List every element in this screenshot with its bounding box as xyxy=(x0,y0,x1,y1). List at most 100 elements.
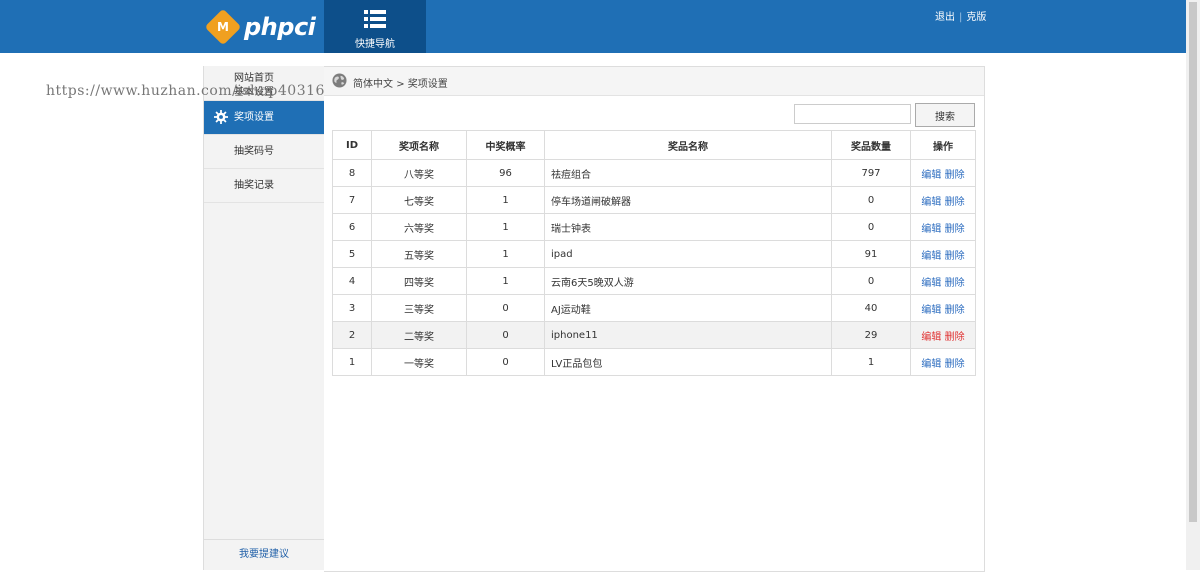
cell-award: 六等奖 xyxy=(371,213,467,241)
table-row: 8 八等奖 96 祛痘组合 797 编辑 删除 xyxy=(332,159,976,187)
cell-id: 4 xyxy=(332,267,372,295)
page-scrollbar[interactable] xyxy=(1186,0,1200,570)
list-menu-icon xyxy=(364,10,386,28)
sidebar-item-label: 抽奖码号 xyxy=(234,146,274,157)
cell-id: 5 xyxy=(332,240,372,268)
cell-actions: 编辑 删除 xyxy=(910,240,976,268)
header-id: ID xyxy=(332,130,372,160)
cell-prize: 停车场道闸破解器 xyxy=(544,186,832,214)
edit-link[interactable]: 编辑 xyxy=(921,359,941,370)
cell-qty: 91 xyxy=(831,240,911,268)
cell-id: 7 xyxy=(332,186,372,214)
sidebar-item-label: 奖项设置 xyxy=(234,112,274,123)
delete-link[interactable]: 删除 xyxy=(945,359,965,370)
cell-prob: 1 xyxy=(466,240,545,268)
table-row: 5 五等奖 1 ipad 91 编辑 删除 xyxy=(332,240,976,268)
cell-id: 2 xyxy=(332,321,372,349)
feedback-link[interactable]: 我要提建议 xyxy=(204,539,324,570)
cell-qty: 1 xyxy=(831,348,911,376)
site-link[interactable]: 克版 xyxy=(966,12,986,23)
breadcrumb-separator: > xyxy=(396,79,405,90)
search-input[interactable] xyxy=(794,104,911,124)
gear-icon xyxy=(214,110,228,124)
delete-link[interactable]: 删除 xyxy=(945,251,965,262)
table-row: 4 四等奖 1 云南6天5晚双人游 0 编辑 删除 xyxy=(332,267,976,295)
cell-prob: 96 xyxy=(466,159,545,187)
delete-link[interactable]: 删除 xyxy=(945,170,965,181)
table-row: 6 六等奖 1 瑞士钟表 0 编辑 删除 xyxy=(332,213,976,241)
cell-prize: 云南6天5晚双人游 xyxy=(544,267,832,295)
top-header: M phpci 快捷导航 退出 | 克版 xyxy=(0,0,1186,53)
delete-link[interactable]: 删除 xyxy=(945,332,965,343)
cell-actions: 编辑 删除 xyxy=(910,213,976,241)
cell-prob: 0 xyxy=(466,294,545,322)
top-links: 退出 | 克版 xyxy=(935,8,986,23)
cell-id: 1 xyxy=(332,348,372,376)
header-quantity: 奖品数量 xyxy=(831,130,911,160)
cell-id: 3 xyxy=(332,294,372,322)
cell-prize: ipad xyxy=(544,240,832,268)
link-separator: | xyxy=(959,12,963,23)
table-row-hovered: 2 二等奖 0 iphone11 29 编辑 删除 xyxy=(332,321,976,349)
cell-award: 二等奖 xyxy=(371,321,467,349)
cell-prize: 祛痘组合 xyxy=(544,159,832,187)
breadcrumb: 简体中文 > 奖项设置 xyxy=(353,75,448,90)
cell-actions: 编辑 删除 xyxy=(910,348,976,376)
header-actions: 操作 xyxy=(910,130,976,160)
table-header-row: ID 奖项名称 中奖概率 奖品名称 奖品数量 操作 xyxy=(332,130,976,160)
delete-link[interactable]: 删除 xyxy=(945,305,965,316)
cell-qty: 0 xyxy=(831,186,911,214)
sidebar-item-lottery-records[interactable]: 抽奖记录 xyxy=(204,169,324,203)
cell-prob: 0 xyxy=(466,348,545,376)
delete-link[interactable]: 删除 xyxy=(945,278,965,289)
logout-link[interactable]: 退出 xyxy=(935,12,955,23)
header-prize-name: 奖品名称 xyxy=(544,130,832,160)
logo-text: phpci xyxy=(244,13,316,41)
header-award-name: 奖项名称 xyxy=(371,130,467,160)
edit-link[interactable]: 编辑 xyxy=(921,305,941,316)
table-row: 3 三等奖 0 AJ运动鞋 40 编辑 删除 xyxy=(332,294,976,322)
quick-nav-button[interactable]: 快捷导航 xyxy=(324,0,426,53)
cell-prize: AJ运动鞋 xyxy=(544,294,832,322)
cell-prob: 1 xyxy=(466,267,545,295)
delete-link[interactable]: 删除 xyxy=(945,224,965,235)
cell-qty: 797 xyxy=(831,159,911,187)
logo-mark-letter: M xyxy=(217,19,229,34)
cell-prob: 1 xyxy=(466,213,545,241)
sidebar: 网站首页 基本设置 奖项设置 抽奖码号 抽奖记录 我要提建议 xyxy=(203,66,325,570)
cell-award: 七等奖 xyxy=(371,186,467,214)
header-probability: 中奖概率 xyxy=(466,130,545,160)
table-row: 7 七等奖 1 停车场道闸破解器 0 编辑 删除 xyxy=(332,186,976,214)
cell-prob: 1 xyxy=(466,186,545,214)
scrollbar-thumb[interactable] xyxy=(1189,2,1197,522)
edit-link[interactable]: 编辑 xyxy=(921,170,941,181)
main-panel: 简体中文 > 奖项设置 搜索 ID 奖项名称 中奖概率 奖品名称 奖品数量 操作… xyxy=(324,66,985,572)
logo[interactable]: M phpci xyxy=(204,8,316,46)
edit-link[interactable]: 编辑 xyxy=(921,278,941,289)
cell-actions: 编辑 删除 xyxy=(910,159,976,187)
table-row: 1 一等奖 0 LV正品包包 1 编辑 删除 xyxy=(332,348,976,376)
cell-prob: 0 xyxy=(466,321,545,349)
edit-link[interactable]: 编辑 xyxy=(921,251,941,262)
edit-link[interactable]: 编辑 xyxy=(921,224,941,235)
cell-award: 一等奖 xyxy=(371,348,467,376)
logo-mark: M xyxy=(204,8,242,46)
cell-qty: 40 xyxy=(831,294,911,322)
breadcrumb-bar: 简体中文 > 奖项设置 xyxy=(324,67,984,96)
cell-id: 8 xyxy=(332,159,372,187)
globe-icon xyxy=(332,73,347,88)
delete-link[interactable]: 删除 xyxy=(945,197,965,208)
search-button[interactable]: 搜索 xyxy=(915,103,975,127)
cell-award: 三等奖 xyxy=(371,294,467,322)
cell-award: 五等奖 xyxy=(371,240,467,268)
cell-award: 八等奖 xyxy=(371,159,467,187)
breadcrumb-root[interactable]: 简体中文 xyxy=(353,79,393,90)
breadcrumb-current: 奖项设置 xyxy=(407,79,448,90)
cell-prize: iphone11 xyxy=(544,321,832,349)
edit-link[interactable]: 编辑 xyxy=(921,197,941,208)
sidebar-item-lottery-codes[interactable]: 抽奖码号 xyxy=(204,135,324,169)
edit-link[interactable]: 编辑 xyxy=(921,332,941,343)
cell-qty: 0 xyxy=(831,267,911,295)
quick-nav-label: 快捷导航 xyxy=(355,39,395,50)
sidebar-item-award-settings[interactable]: 奖项设置 xyxy=(204,101,324,135)
